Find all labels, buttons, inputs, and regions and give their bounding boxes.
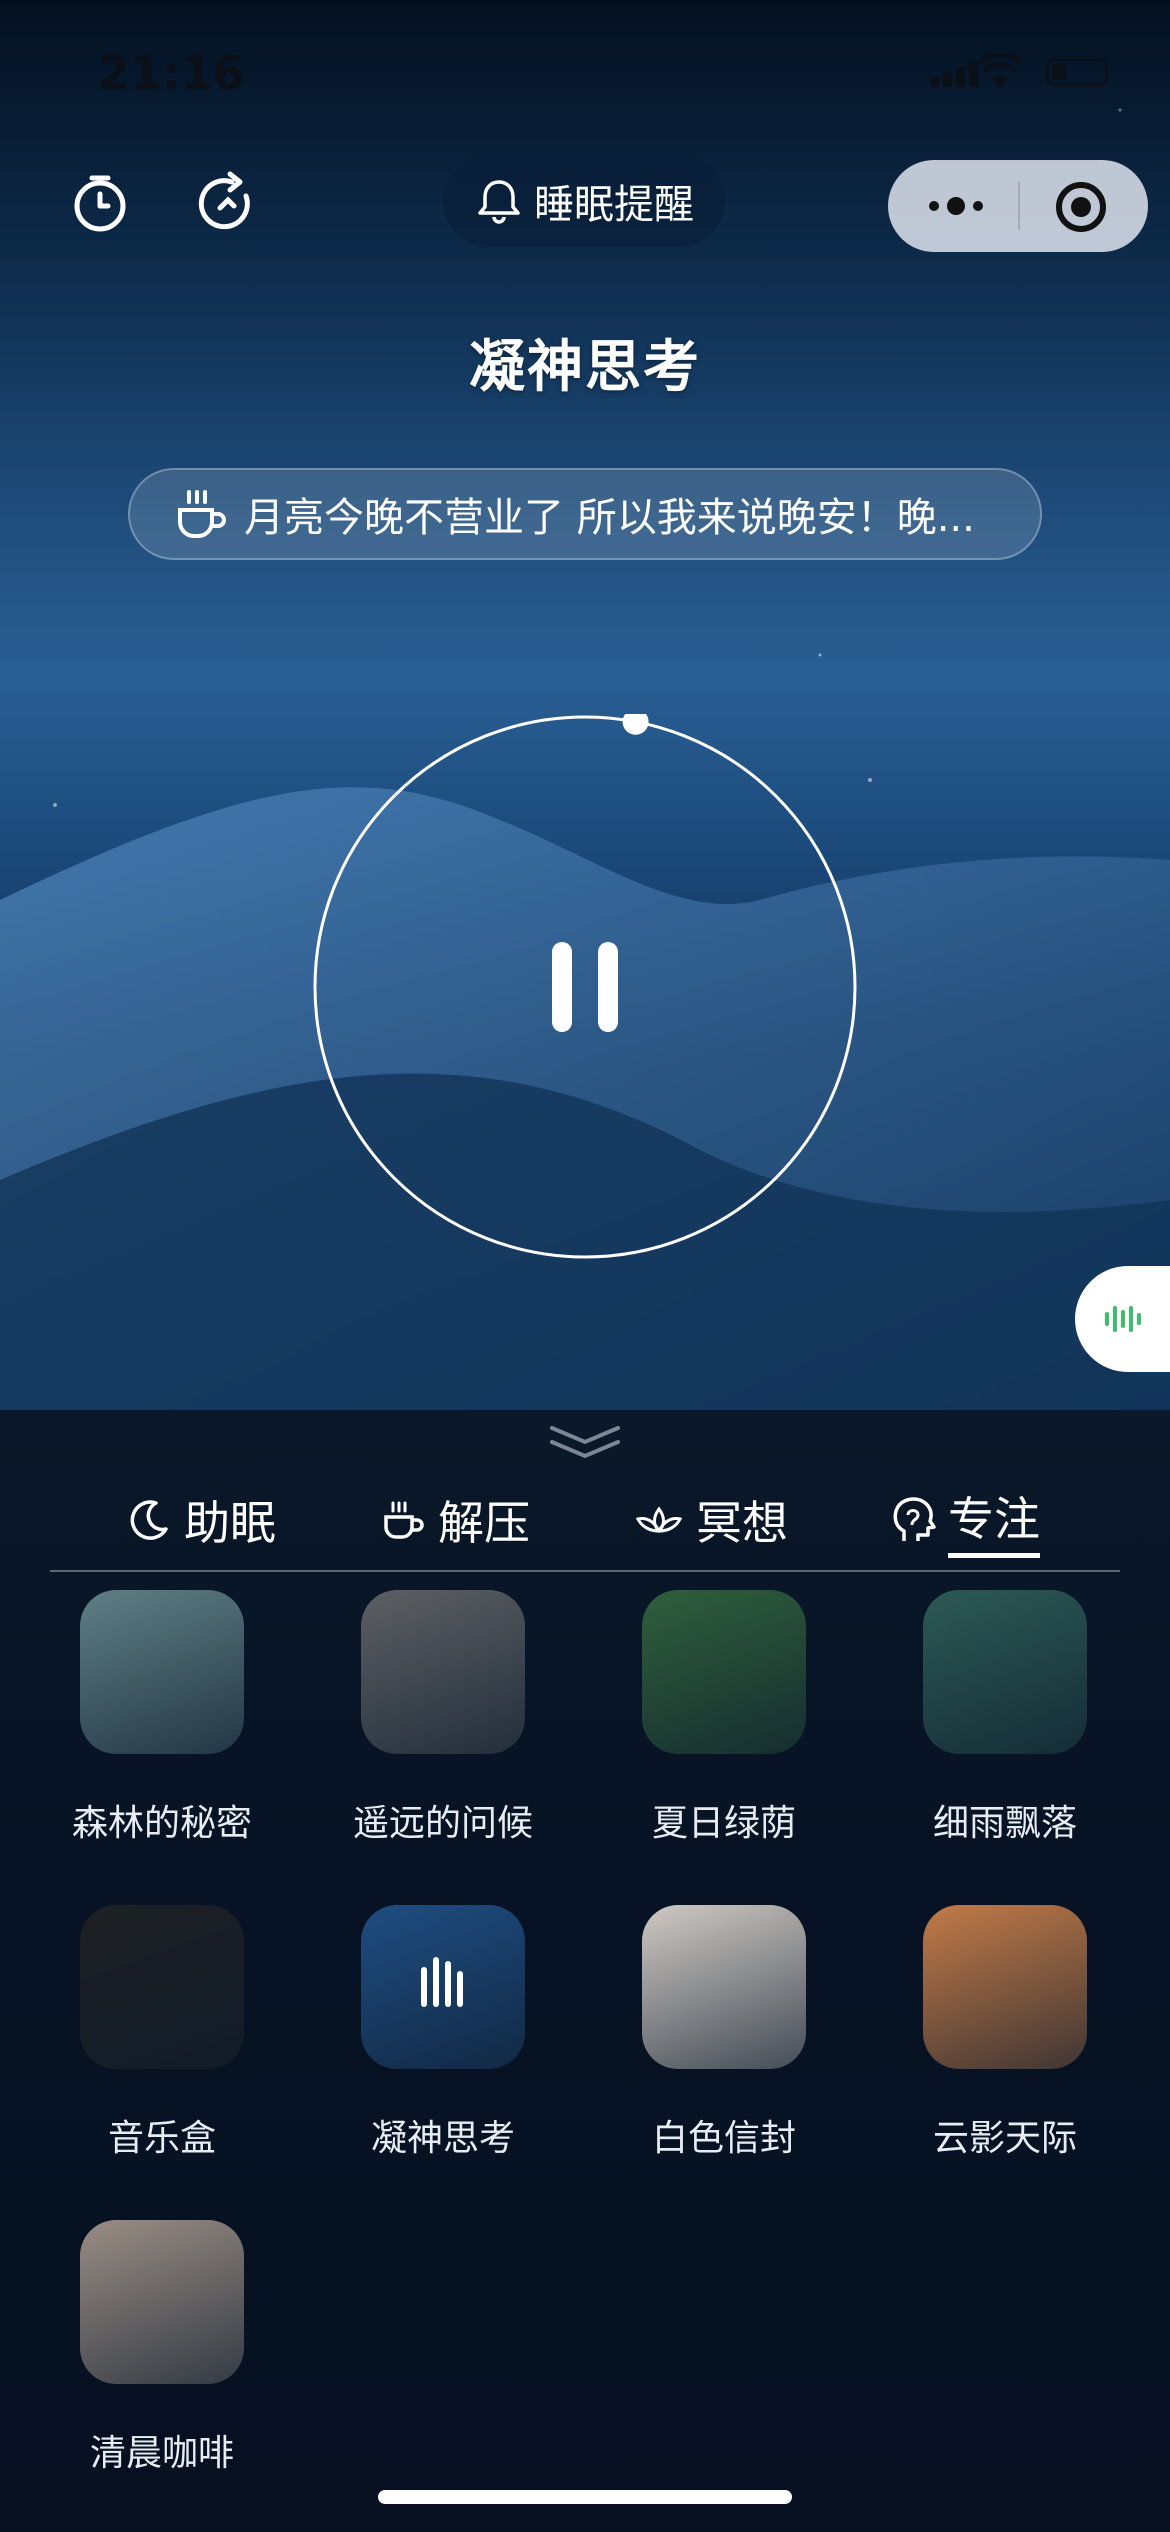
track-item[interactable]: 夏日绿荫 xyxy=(584,1590,864,1846)
track-item[interactable]: 凝神思考 xyxy=(303,1905,583,2161)
message-banner[interactable]: 月亮今晚不营业了 所以我来说晚安！晚... xyxy=(128,468,1042,560)
track-title: 凝神思考 xyxy=(469,335,701,400)
tab-meditate[interactable]: 冥想 xyxy=(634,1470,788,1570)
message-text: 月亮今晚不营业了 所以我来说晚安！晚... xyxy=(244,495,975,541)
cellular-icon xyxy=(930,62,982,87)
audio-wave-icon xyxy=(1105,1306,1141,1332)
wifi-icon xyxy=(978,54,1022,88)
track-thumbnail xyxy=(80,1905,244,2069)
tab-focus[interactable]: 专注 xyxy=(890,1470,1040,1570)
timer-icon[interactable] xyxy=(68,170,132,234)
tab-relax[interactable]: 解压 xyxy=(380,1470,530,1570)
track-item[interactable]: 遥远的问候 xyxy=(303,1590,583,1846)
track-thumbnail xyxy=(923,1590,1087,1754)
replay-icon[interactable] xyxy=(194,170,258,234)
tab-label: 助眠 xyxy=(184,1496,276,1550)
equalizer-icon xyxy=(421,1957,463,2007)
collapse-chevron-icon[interactable] xyxy=(548,1422,622,1464)
tab-label: 冥想 xyxy=(696,1496,788,1550)
track-thumbnail xyxy=(80,2220,244,2384)
more-dots-icon[interactable] xyxy=(924,190,988,222)
track-item[interactable]: 白色信封 xyxy=(584,1905,864,2161)
track-item[interactable]: 细雨飘落 xyxy=(865,1590,1145,1846)
progress-knob[interactable] xyxy=(622,714,649,735)
cup-icon xyxy=(384,1501,424,1539)
track-label: 白色信封 xyxy=(651,2118,796,2159)
tab-label: 解压 xyxy=(438,1496,530,1550)
category-tabs: 助眠 解压 冥想 专注 xyxy=(50,1470,1120,1572)
moon-icon xyxy=(130,1500,168,1540)
track-thumbnail xyxy=(361,1590,525,1754)
sleep-reminder-label: 睡眠提醒 xyxy=(534,182,694,228)
track-label: 森林的秘密 xyxy=(71,1803,252,1844)
track-label: 音乐盒 xyxy=(107,2118,216,2159)
mini-program-capsule xyxy=(888,160,1148,252)
lotus-icon xyxy=(635,1506,683,1534)
track-item[interactable]: 音乐盒 xyxy=(22,1905,302,2161)
track-item[interactable]: 清晨咖啡 xyxy=(22,2220,302,2476)
track-label: 夏日绿荫 xyxy=(651,1803,796,1844)
track-label: 遥远的问候 xyxy=(352,1803,533,1844)
track-label: 清晨咖啡 xyxy=(89,2433,234,2474)
sleep-reminder-button[interactable]: 睡眠提醒 xyxy=(443,155,725,247)
voice-button[interactable] xyxy=(1075,1266,1170,1372)
pause-icon[interactable] xyxy=(552,942,618,1032)
record-icon[interactable] xyxy=(1054,180,1108,234)
track-thumbnail xyxy=(361,1905,525,2069)
status-time: 21:16 xyxy=(98,46,245,100)
battery-icon xyxy=(1046,58,1108,86)
tab-label: 专注 xyxy=(948,1483,1040,1558)
track-thumbnail xyxy=(923,1905,1087,2069)
track-item[interactable]: 森林的秘密 xyxy=(22,1590,302,1846)
track-item[interactable]: 云影天际 xyxy=(865,1905,1145,2161)
track-label: 细雨飘落 xyxy=(932,1803,1077,1844)
bell-icon xyxy=(478,180,520,224)
home-indicator xyxy=(378,2490,792,2504)
track-thumbnail xyxy=(642,1905,806,2069)
coffee-cup-icon xyxy=(178,490,226,538)
tab-sleep[interactable]: 助眠 xyxy=(126,1470,276,1570)
status-bar: 21:16 xyxy=(0,40,1170,110)
head-icon xyxy=(893,1497,936,1541)
track-label: 凝神思考 xyxy=(370,2118,515,2159)
play-progress-ring[interactable] xyxy=(312,714,858,1260)
track-label: 云影天际 xyxy=(932,2118,1077,2159)
track-thumbnail xyxy=(80,1590,244,1754)
track-thumbnail xyxy=(642,1590,806,1754)
